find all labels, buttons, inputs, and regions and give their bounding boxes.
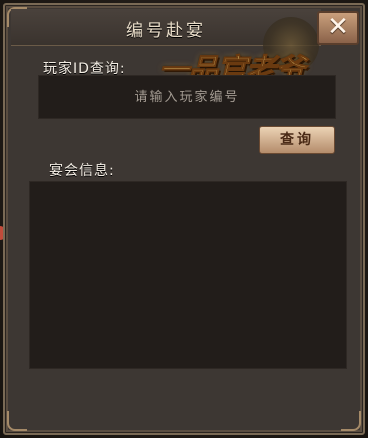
dialog-title: 编号赴宴 bbox=[126, 21, 206, 41]
player-id-input[interactable] bbox=[38, 75, 336, 119]
banquet-info-label: 宴会信息: bbox=[49, 163, 115, 179]
game-screen: 编号赴宴 ✕ 一品官老爷 玩家ID查询: 查询 宴会信息: bbox=[0, 0, 368, 438]
query-button[interactable]: 查询 bbox=[259, 126, 335, 154]
corner-ornament bbox=[341, 411, 361, 431]
join-banquet-dialog: 编号赴宴 ✕ 一品官老爷 玩家ID查询: 查询 宴会信息: bbox=[3, 3, 365, 435]
corner-ornament bbox=[7, 411, 27, 431]
close-button[interactable]: ✕ bbox=[317, 11, 359, 45]
banquet-info-panel bbox=[29, 181, 347, 369]
